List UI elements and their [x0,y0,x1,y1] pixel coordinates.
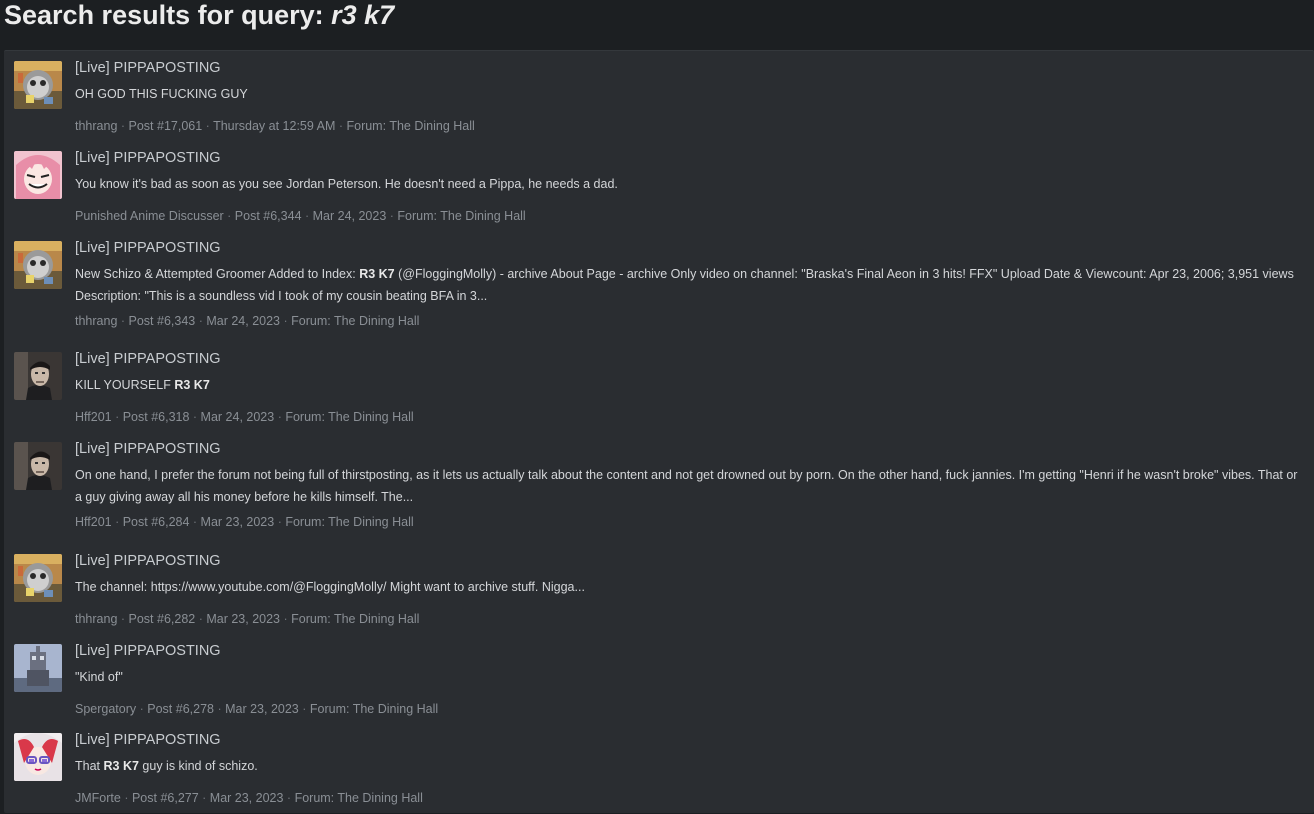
result-thread-title-link[interactable]: [Live] PIPPAPOSTING [75,59,221,77]
avatar-thhrang[interactable] [14,61,62,109]
result-snippet[interactable]: The channel: https://www.youtube.com/@Fl… [75,576,1305,598]
avatar-anime[interactable] [14,733,62,781]
result-meta: Hff201 · Post #6,318 · Mar 24, 2023 · Fo… [75,409,414,425]
query-highlight: R3 K7 [103,759,139,773]
meta-separator: · [283,791,295,805]
result-forum-link[interactable]: Forum: The Dining Hall [346,119,474,133]
result-meta: thhrang · Post #17,061 · Thursday at 12:… [75,118,475,134]
result-snippet[interactable]: That R3 K7 guy is kind of schizo. [75,755,1305,777]
meta-separator: · [195,612,207,626]
result-post-number: Post #6,344 [234,209,302,223]
meta-separator: · [117,314,129,328]
meta-separator: · [120,791,132,805]
result-meta: thhrang · Post #6,282 · Mar 23, 2023 · F… [75,611,419,627]
result-thread-title-link[interactable]: [Live] PIPPAPOSTING [75,149,221,167]
result-thread-title-link[interactable]: [Live] PIPPAPOSTING [75,350,221,368]
result-date: Mar 23, 2023 [206,612,281,626]
meta-separator: · [274,515,286,529]
result-forum-link[interactable]: Forum: The Dining Hall [285,515,413,529]
result-forum-link[interactable]: Forum: The Dining Hall [285,410,413,424]
result-snippet[interactable]: On one hand, I prefer the forum not bein… [75,464,1305,508]
result-post-number: Post #6,277 [131,791,199,805]
result-thread-title-link[interactable]: [Live] PIPPAPOSTING [75,440,221,458]
result-forum-link[interactable]: Forum: The Dining Hall [291,314,419,328]
meta-separator: · [301,209,313,223]
result-post-number: Post #6,318 [122,410,190,424]
result-snippet[interactable]: New Schizo & Attempted Groomer Added to … [75,263,1305,307]
result-thread-title-link[interactable]: [Live] PIPPAPOSTING [75,642,221,660]
meta-separator: · [280,612,292,626]
meta-separator: · [195,314,207,328]
result-post-number: Post #6,343 [128,314,196,328]
result-post-number: Post #17,061 [128,119,203,133]
title-prefix: Search results for query: [4,0,324,30]
avatar-robot[interactable] [14,644,62,692]
result-username-link[interactable]: Punished Anime Discusser [75,209,224,223]
result-thread-title-link[interactable]: [Live] PIPPAPOSTING [75,552,221,570]
result-username-link[interactable]: Hff201 [75,410,112,424]
meta-separator: · [213,702,226,716]
avatar-thhrang[interactable] [14,554,62,602]
result-date: Mar 23, 2023 [209,791,284,805]
meta-separator: · [335,119,347,133]
result-post-number: Post #6,278 [147,702,214,716]
avatar-thhrang[interactable] [14,241,62,289]
result-date: Thursday at 12:59 AM [213,119,336,133]
result-meta: JMForte · Post #6,277 · Mar 23, 2023 · F… [75,790,423,806]
meta-separator: · [298,702,310,716]
result-date: Mar 24, 2023 [312,209,387,223]
result-snippet[interactable]: KILL YOURSELF R3 K7 [75,374,1305,396]
result-meta: Spergatory · Post #6,278 · Mar 23, 2023 … [75,701,438,717]
meta-separator: · [223,209,235,223]
result-username-link[interactable]: Spergatory [75,702,136,716]
result-meta: Punished Anime Discusser · Post #6,344 ·… [75,208,526,224]
result-snippet[interactable]: You know it's bad as soon as you see Jor… [75,173,1305,195]
result-snippet[interactable]: "Kind of" [75,666,1305,688]
query-highlight: R3 K7 [174,378,210,392]
result-meta: Hff201 · Post #6,284 · Mar 23, 2023 · Fo… [75,514,414,530]
meta-separator: · [117,612,129,626]
result-forum-link[interactable]: Forum: The Dining Hall [295,791,423,805]
meta-separator: · [189,515,201,529]
search-query: r3 k7 [331,0,395,30]
result-username-link[interactable]: thhrang [75,314,117,328]
result-date: Mar 23, 2023 [225,702,299,716]
result-forum-link[interactable]: Forum: The Dining Hall [310,702,438,716]
avatar-man[interactable] [14,442,62,490]
result-thread-title-link[interactable]: [Live] PIPPAPOSTING [75,239,221,257]
search-results-list: [Live] PIPPAPOSTING OH GOD THIS FUCKING G… [4,50,1314,813]
meta-separator: · [386,209,398,223]
result-meta: thhrang · Post #6,343 · Mar 24, 2023 · F… [75,313,419,329]
query-highlight: R3 K7 [359,267,395,281]
avatar-man[interactable] [14,352,62,400]
meta-separator: · [274,410,286,424]
result-username-link[interactable]: thhrang [75,119,117,133]
result-date: Mar 24, 2023 [200,410,275,424]
result-forum-link[interactable]: Forum: The Dining Hall [397,209,525,223]
result-post-number: Post #6,282 [128,612,196,626]
result-snippet[interactable]: OH GOD THIS FUCKING GUY [75,83,1305,105]
meta-separator: · [111,410,123,424]
meta-separator: · [189,410,201,424]
page-title: Search results for query: r3 k7 [4,0,394,30]
result-username-link[interactable]: Hff201 [75,515,112,529]
result-post-number: Post #6,284 [122,515,190,529]
result-username-link[interactable]: JMForte [75,791,121,805]
avatar-pink[interactable] [14,151,62,199]
result-date: Mar 23, 2023 [200,515,275,529]
result-username-link[interactable]: thhrang [75,612,117,626]
meta-separator: · [202,119,214,133]
result-thread-title-link[interactable]: [Live] PIPPAPOSTING [75,731,221,749]
meta-separator: · [136,702,148,716]
result-forum-link[interactable]: Forum: The Dining Hall [291,612,419,626]
meta-separator: · [117,119,129,133]
meta-separator: · [198,791,210,805]
meta-separator: · [280,314,292,328]
result-date: Mar 24, 2023 [206,314,281,328]
page-header: Search results for query: r3 k7 [0,0,1314,45]
meta-separator: · [111,515,123,529]
